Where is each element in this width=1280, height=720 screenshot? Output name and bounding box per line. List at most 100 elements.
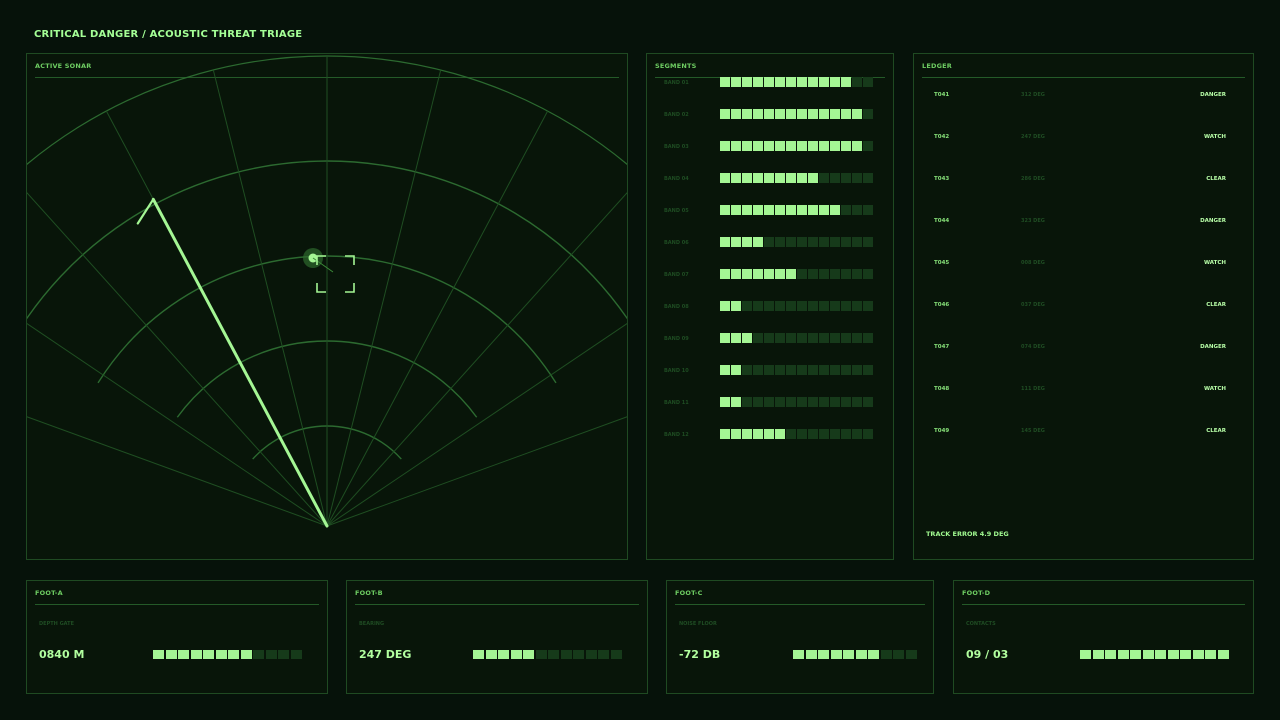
ledger-bearing: 037 DEG [1021,302,1045,308]
meter-cell [764,141,774,151]
ledger-status: DANGER [1200,92,1226,98]
meter-cell [720,77,730,87]
ledger-row[interactable]: T041 312 DEG DANGER [914,90,1253,102]
meter-cell [764,365,774,375]
ledger-bearing: 286 DEG [1021,176,1045,182]
ledger-row[interactable]: T045 008 DEG WATCH [914,258,1253,270]
meter-cell [786,269,796,279]
segment-label: BAND 07 [664,272,689,278]
foot-a-label: DEPTH GATE [39,621,74,627]
ledger-track-id: T049 [934,428,950,434]
meter-cell [786,301,796,311]
ledger-track-id: T047 [934,344,950,350]
segment-row: BAND 09 [647,333,893,345]
meter-cell [1092,650,1104,659]
ledger-bearing: 008 DEG [1021,260,1045,266]
meter-cell [841,141,851,151]
meter-cell [775,205,785,215]
ledger-bearing: 074 DEG [1021,344,1045,350]
meter-cell [793,650,804,659]
segment-meter [720,141,873,151]
ledger-bearing: 247 DEG [1021,134,1045,140]
foot-c-panel: FOOT-C NOISE FLOOR -72 DB [666,580,934,694]
sonar-radial [27,192,328,527]
meter-cell [797,301,807,311]
meter-cell [808,77,818,87]
meter-cell [830,333,840,343]
meter-cell [190,650,202,659]
meter-cell [203,650,214,659]
segment-row: BAND 06 [647,237,893,249]
meter-cell [819,141,829,151]
meter-cell [852,109,862,119]
sonar-radial [326,416,627,527]
foot-c-label: NOISE FLOOR [679,621,717,627]
segment-label: BAND 05 [664,208,689,214]
meter-cell [265,650,277,659]
meter-cell [855,650,867,659]
segment-row: BAND 01 [647,77,893,89]
ledger-row[interactable]: T042 247 DEG WATCH [914,132,1253,144]
meter-cell [830,109,840,119]
meter-cell [731,301,741,311]
meter-cell [808,141,818,151]
meter-cell [731,365,741,375]
segment-label: BAND 01 [664,80,689,86]
segment-label: BAND 09 [664,336,689,342]
meter-cell [742,109,752,119]
meter-cell [830,141,840,151]
meter-cell [852,301,862,311]
meter-cell [764,173,774,183]
meter-cell [1080,650,1091,659]
meter-cell [1192,650,1204,659]
meter-cell [819,333,829,343]
meter-cell [764,205,774,215]
foot-c-heading: FOOT-C [675,589,925,605]
meter-cell [786,141,796,151]
meter-cell [797,141,807,151]
ledger-row[interactable]: T044 323 DEG DANGER [914,216,1253,228]
meter-cell [841,269,851,279]
ledger-status: DANGER [1200,344,1226,350]
segment-label: BAND 10 [664,368,689,374]
segment-meter [720,237,873,247]
meter-cell [852,333,862,343]
meter-cell [797,269,807,279]
meter-cell [731,269,741,279]
ledger-track-id: T041 [934,92,950,98]
foot-c-value: -72 DB [679,648,721,661]
ledger-status: WATCH [1203,386,1226,392]
meter-cell [753,333,763,343]
meter-cell [852,397,862,407]
ledger-status: CLEAR [1206,176,1226,182]
meter-cell [598,650,609,659]
meter-cell [720,205,730,215]
ledger-row[interactable]: T047 074 DEG DANGER [914,342,1253,354]
meter-cell [819,173,829,183]
sonar-display[interactable] [27,54,628,560]
meter-cell [863,365,873,375]
ledger-row[interactable]: T048 111 DEG WATCH [914,384,1253,396]
meter-cell [764,109,774,119]
active-sonar-panel[interactable]: ACTIVE SONAR [26,53,628,560]
segment-meter [720,333,873,343]
meter-cell [819,397,829,407]
meter-cell [797,77,807,87]
meter-cell [510,650,522,659]
ledger-bearing: 312 DEG [1021,92,1045,98]
ledger-row[interactable]: T043 286 DEG CLEAR [914,174,1253,186]
meter-cell [731,237,741,247]
meter-cell [720,141,730,151]
meter-cell [731,429,741,439]
meter-cell [560,650,572,659]
meter-cell [775,237,785,247]
meter-cell [153,650,164,659]
ledger-row[interactable]: T049 145 DEG CLEAR [914,426,1253,438]
meter-cell [880,650,892,659]
meter-cell [797,333,807,343]
ledger-row[interactable]: T046 037 DEG CLEAR [914,300,1253,312]
meter-cell [290,650,302,659]
meter-cell [830,173,840,183]
target-bracket-icon [316,255,355,293]
foot-b-label: BEARING [359,621,385,627]
